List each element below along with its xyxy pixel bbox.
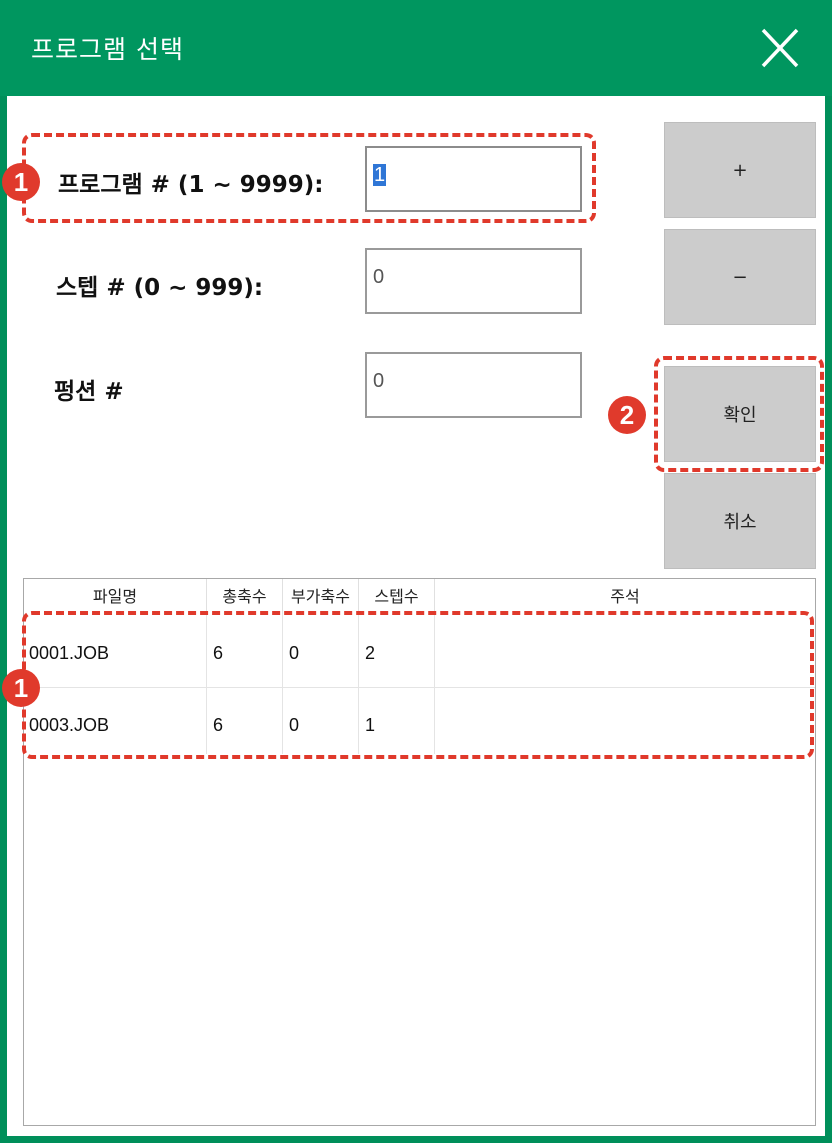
annotation-badge-2: 2 [608, 396, 646, 434]
annotation-badge-1-rows: 1 [2, 669, 40, 707]
column-header-filename[interactable]: 파일명 [24, 579, 206, 614]
column-header-steps[interactable]: 스텝수 [359, 579, 434, 614]
column-header-total-axes[interactable]: 총축수 [207, 579, 282, 614]
function-number-label: 펑션 # [54, 379, 124, 405]
close-icon[interactable] [760, 27, 800, 69]
cancel-button[interactable]: 취소 [664, 473, 816, 569]
decrement-button[interactable]: − [664, 229, 816, 325]
annotation-highlight-program-field [22, 133, 596, 223]
increment-button[interactable]: + [664, 122, 816, 218]
annotation-badge-1: 1 [2, 163, 40, 201]
step-number-label: 스텝 # (0 ~ 999): [56, 275, 264, 301]
annotation-highlight-file-rows [22, 611, 814, 759]
annotation-highlight-ok-button [654, 356, 824, 472]
column-header-aux-axes[interactable]: 부가축수 [283, 579, 358, 614]
step-number-input[interactable]: 0 [365, 248, 582, 314]
function-number-value: 0 [373, 370, 385, 392]
title-bar: 프로그램 선택 [0, 0, 832, 96]
function-number-input[interactable]: 0 [365, 352, 582, 418]
dialog-title: 프로그램 선택 [31, 35, 184, 64]
column-header-comment[interactable]: 주석 [435, 579, 815, 614]
step-number-value: 0 [373, 266, 385, 288]
